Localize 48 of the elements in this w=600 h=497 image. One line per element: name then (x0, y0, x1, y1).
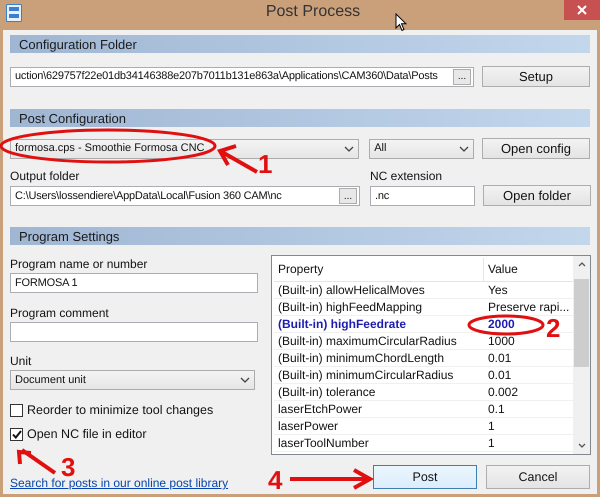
table-cell-text: 1000 (487, 334, 515, 348)
field-label: NC extension (370, 169, 444, 184)
browse-button[interactable]: ... (453, 68, 471, 84)
dropdown[interactable]: Document unit (10, 370, 255, 390)
table-cell-text: (Built-in) highFeedrate (277, 316, 407, 332)
text-field[interactable]: C:\Users\lossendiere\AppData\Local\Fusion 360 CAM\nc ... (10, 186, 360, 206)
annotation-number: 4 (268, 467, 282, 493)
table-cell-text: 0.01 (487, 368, 512, 382)
table-cell-text: 1 (487, 418, 495, 434)
table-cell-text: Preserve rapi... (487, 300, 570, 314)
field-label: Program comment (10, 306, 110, 321)
table-cell-text: (Built-in) allowHelicalMoves (277, 282, 426, 298)
annotation-number: 2 (546, 315, 560, 341)
cancel-button[interactable]: Cancel (486, 465, 590, 489)
table-cell-text: (Built-in) highFeedMapping (277, 300, 424, 314)
field-label: Output folder (10, 169, 80, 184)
table-cell-text: laserPower (277, 418, 340, 434)
table-cell-text: 1 (487, 436, 495, 450)
field-label: Program name or number (10, 257, 148, 272)
table-cell-text: (Built-in) maximumCircularRadius (277, 334, 458, 348)
checkbox-label: Open NC file in editor (27, 426, 147, 442)
text-field[interactable]: uction\629757f22e01db34146388e207b7011b131e863a\Applications\CAM360\Data\Posts ... (10, 66, 474, 86)
window-title: Post Process (266, 4, 360, 19)
table-cell-text: laserEtchPower (277, 402, 364, 416)
column-header[interactable]: Value (484, 262, 518, 277)
table-cell-text: 2000 (487, 316, 515, 332)
table-cell-text: (Built-in) minimumCircularRadius (277, 368, 454, 382)
open-folder-button[interactable]: Open folder (483, 185, 591, 206)
browse-button[interactable]: ... (339, 188, 357, 204)
text-field[interactable]: FORMOSA 1 (10, 273, 258, 293)
table-cell-text: 0.01 (487, 350, 512, 366)
table-cell-text: 0.1 (487, 402, 505, 416)
dropdown[interactable]: All (369, 138, 474, 158)
checkbox-label: Reorder to minimize tool changes (27, 402, 214, 418)
post-button[interactable]: Post (373, 465, 477, 489)
table-cell-text: Yes (487, 282, 508, 298)
table-cell-text: (Built-in) minimumChordLength (277, 350, 446, 366)
setup-button[interactable]: Setup (482, 66, 590, 87)
section-header: Program Settings (10, 227, 590, 245)
table-cell-text: (Built-in) tolerance (277, 384, 376, 400)
table-cell-text: laserToolNumber (277, 436, 370, 450)
table-cell-text: 0.002 (487, 384, 518, 400)
open-config-button[interactable]: Open config (482, 138, 590, 159)
section-header: Post Configuration (10, 109, 590, 127)
field-label: Unit (10, 354, 32, 369)
text-field[interactable]: .nc (370, 186, 475, 206)
column-header[interactable]: Property (274, 258, 484, 281)
section-header: Configuration Folder (10, 35, 590, 53)
